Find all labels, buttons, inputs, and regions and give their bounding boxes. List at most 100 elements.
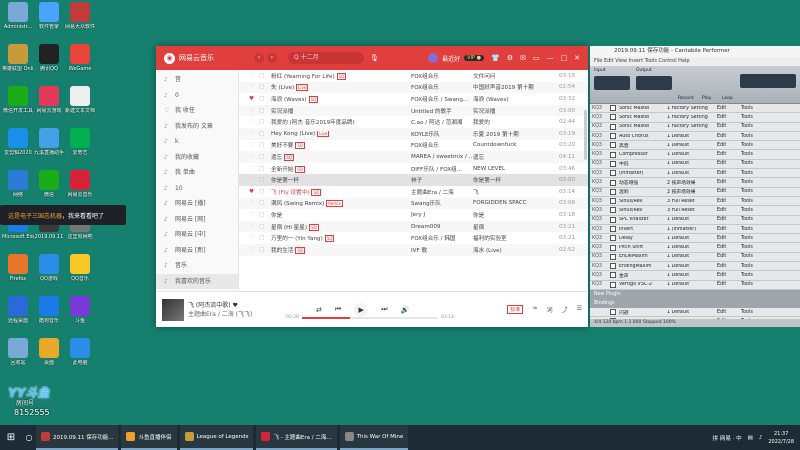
- plugin-edit-button[interactable]: Edit: [717, 254, 741, 259]
- plugin-name[interactable]: Invert: [619, 227, 667, 232]
- plugin-edit-button[interactable]: Edit: [717, 199, 741, 204]
- song-title[interactable]: 你是: [271, 211, 411, 219]
- plugin-enable-checkbox[interactable]: [610, 244, 616, 251]
- sidebar-item[interactable]: ♪ 音乐: [156, 258, 238, 274]
- user-area[interactable]: 最近好 VIP ●: [428, 53, 484, 63]
- plugin-name[interactable]: 闪避: [619, 309, 667, 316]
- effects-icon[interactable]: ♒: [532, 305, 537, 314]
- plugin-preset[interactable]: 1 Factory Setting: [667, 124, 717, 129]
- desktop-icon[interactable]: 英雄联盟 Online: [2, 44, 34, 72]
- new-plugin-row[interactable]: New Plugin: [590, 289, 800, 299]
- table-row[interactable]: ♡ □ 我的生活 SQ IVF 歌海水 (Live) 02:52: [239, 243, 588, 256]
- desktop-icon[interactable]: Firefox: [2, 254, 34, 282]
- play-label[interactable]: Play: [702, 96, 711, 101]
- output-meter[interactable]: [636, 76, 672, 90]
- plugin-edit-button[interactable]: Edit: [717, 106, 741, 111]
- plugin-name[interactable]: 中低: [619, 160, 667, 167]
- share-icon[interactable]: ⤴: [562, 305, 568, 314]
- plugin-tools-button[interactable]: Tools: [741, 236, 761, 241]
- minimize-icon[interactable]: —: [547, 54, 554, 62]
- maximize-icon[interactable]: □: [561, 54, 568, 62]
- sidebar-item[interactable]: ♪ 我喜欢的音乐: [156, 273, 238, 289]
- desktop-icon[interactable]: 远程桌面: [2, 296, 34, 324]
- song-album[interactable]: 我爱的: [473, 118, 559, 126]
- plugin-preset[interactable]: 1 Default: [667, 273, 717, 278]
- song-album[interactable]: 海浪 (Waves): [473, 95, 559, 103]
- plugin-name[interactable]: 混响: [619, 188, 667, 195]
- table-row[interactable]: ♡ □ 满风 (Swing Remix) Remix Swang乐队 FORGIDDEN …: [239, 197, 588, 210]
- song-album[interactable]: FORGIDDEN SPACC: [473, 200, 559, 206]
- download-icon[interactable]: □: [259, 108, 271, 114]
- song-artist[interactable]: Jery J: [411, 212, 473, 218]
- desktop-icon[interactable]: 网易云游戏: [33, 86, 65, 114]
- song-album[interactable]: NEW LEVEL: [473, 166, 559, 172]
- plugin-tools-button[interactable]: Tools: [741, 254, 761, 259]
- heart-icon[interactable]: ♥: [249, 96, 259, 102]
- song-title[interactable]: Hey Kong (Live) Live: [271, 130, 411, 137]
- plugin-preset[interactable]: 1 Default: [667, 171, 717, 176]
- mini-mode-icon[interactable]: ▭: [533, 54, 540, 62]
- plugin-tools-button[interactable]: Tools: [741, 189, 761, 194]
- song-title[interactable]: 失 (Live) Live: [271, 83, 411, 92]
- desktop-icon[interactable]: 斗鱼: [64, 296, 96, 324]
- heart-icon[interactable]: ♡: [249, 131, 259, 137]
- plugin-enable-checkbox[interactable]: [610, 207, 616, 214]
- input-meter[interactable]: [594, 76, 630, 90]
- plugin-edit-button[interactable]: Edit: [717, 273, 741, 278]
- plugin-row[interactable]: KQ3 Sonic Mastel 1 Factory Setting Edit Tool…: [590, 122, 800, 132]
- plugin-row[interactable]: KQ3 (Inmatter) 1 Default Edit Tools: [590, 169, 800, 179]
- song-title[interactable]: 美好不要 SQ: [271, 141, 411, 150]
- song-artist[interactable]: C.ao / 阿达 / 范湘湘: [411, 118, 473, 126]
- plugin-tools-button[interactable]: Tools: [741, 124, 761, 129]
- plugin-edit-button[interactable]: Edit: [717, 236, 741, 241]
- cantabile-menu[interactable]: File Edit View Insert Tools Control Help: [590, 57, 800, 66]
- sidebar-item[interactable]: ♪ 音: [156, 72, 238, 88]
- song-artist[interactable]: 林子: [411, 176, 473, 184]
- plugin-name[interactable]: EnDeMaxim: [619, 254, 667, 259]
- tray-text[interactable]: 拼 网易 · 中: [713, 434, 742, 442]
- clock[interactable]: 21:37 2022/7/28: [768, 430, 794, 446]
- plugin-preset[interactable]: 1 Default: [667, 143, 717, 148]
- plugin-enable-checkbox[interactable]: [610, 235, 616, 242]
- download-icon[interactable]: □: [259, 96, 271, 102]
- plugin-preset[interactable]: 1 Default: [667, 264, 717, 269]
- song-artist[interactable]: FOX组合乐: [411, 72, 473, 80]
- plugin-row[interactable]: KQ3 Sonic Mastel 1 Factory Setting Edit Tool…: [590, 113, 800, 123]
- song-artist[interactable]: MAREA / sweetmix / ...: [411, 154, 473, 160]
- heart-icon[interactable]: ♡: [249, 212, 259, 218]
- plugin-edit-button[interactable]: Edit: [717, 208, 741, 213]
- heart-icon[interactable]: ♡: [249, 247, 259, 253]
- plugin-enable-checkbox[interactable]: [610, 105, 616, 112]
- record-label[interactable]: Record: [678, 96, 694, 101]
- shuffle-icon[interactable]: ⇄: [316, 306, 322, 314]
- heart-icon[interactable]: ♡: [249, 154, 259, 160]
- start-button[interactable]: ⊞: [0, 432, 22, 443]
- album-cover[interactable]: [162, 298, 184, 321]
- table-row[interactable]: ♡ □ 你是第一杯 林子 你是第一杯 03:00: [239, 174, 588, 186]
- sidebar-item[interactable]: ♪ 网易云 [播]: [156, 196, 238, 212]
- song-artist[interactable]: FOX组合乐 / Swang...: [411, 95, 473, 103]
- song-title[interactable]: 满风 (Swing Remix) Remix: [271, 199, 411, 208]
- plugin-name[interactable]: Sonic Mastel: [619, 124, 667, 129]
- heart-icon[interactable]: ♥: [249, 189, 259, 195]
- plugin-name[interactable]: SPL Vitalizer: [619, 217, 667, 222]
- plugin-edit-button[interactable]: Edit: [717, 161, 741, 166]
- plugin-preset[interactable]: 1 Default: [667, 134, 717, 139]
- sidebar-item[interactable]: ♪ 我 单曲: [156, 165, 238, 181]
- table-row[interactable]: ♡ □ 粉红 (Yearning For Life) SQ FOX组合乐 文件问问 03:1…: [239, 70, 588, 82]
- download-icon[interactable]: □: [259, 224, 271, 230]
- prev-button[interactable]: ⏮: [335, 305, 341, 314]
- desktop-icon[interactable]: 网易云音乐: [64, 170, 96, 198]
- plugin-name[interactable]: Vertigo VSC-2: [619, 282, 667, 287]
- song-artist[interactable]: DIFF乐队 / FOX组...: [411, 165, 473, 173]
- sidebar-item[interactable]: ♪ k: [156, 134, 238, 150]
- song-artist[interactable]: Swang乐队: [411, 199, 473, 207]
- song-title[interactable]: 海浪 (Waves) SQ: [271, 95, 411, 103]
- settings-icon[interactable]: ⚙: [507, 54, 513, 62]
- plugin-enable-checkbox[interactable]: [610, 253, 616, 260]
- lyrics-icon[interactable]: 词: [547, 305, 553, 314]
- download-icon[interactable]: □: [259, 235, 271, 241]
- plugin-preset[interactable]: 3 Full Reset: [667, 199, 717, 204]
- desktop-icon[interactable]: QQ游戏: [33, 254, 65, 282]
- desktop-icon[interactable]: QQ音乐: [64, 254, 96, 282]
